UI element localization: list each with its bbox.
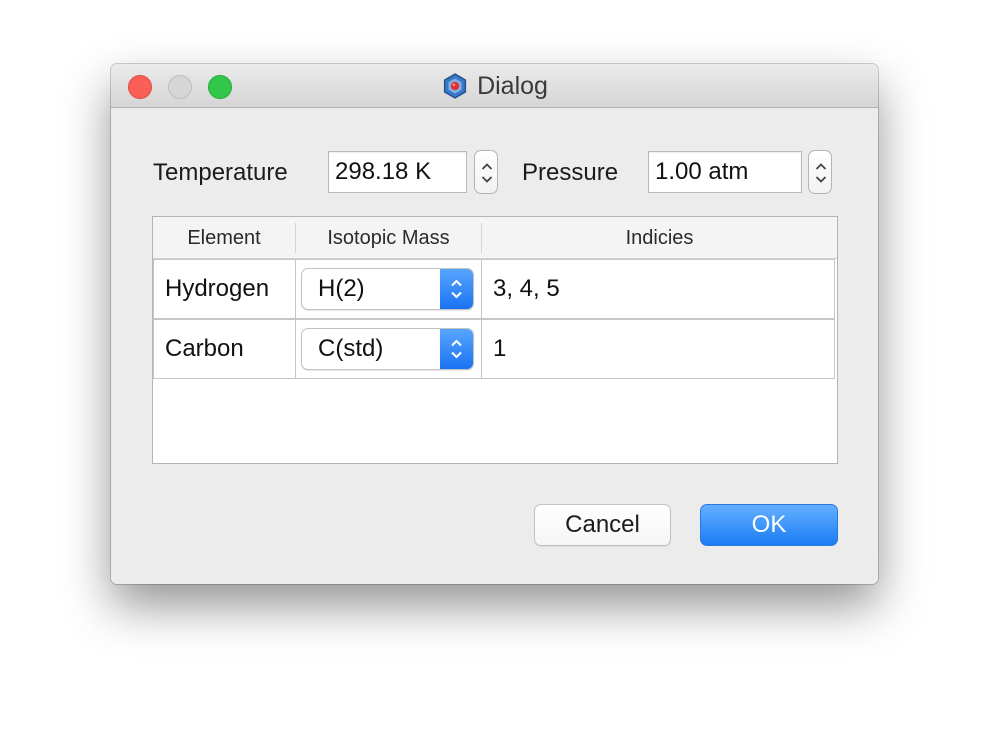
isotopic-mass-cell[interactable]: C(std) xyxy=(295,319,482,379)
dialog-window: Dialog Temperature 298.18 K Pressure 1.0… xyxy=(111,64,878,584)
isotopic-mass-select[interactable]: C(std) xyxy=(301,328,474,370)
indices-cell[interactable]: 3, 4, 5 xyxy=(481,259,835,319)
element-cell[interactable]: Carbon xyxy=(153,319,296,379)
column-header-isotopic-mass[interactable]: Isotopic Mass xyxy=(296,217,481,258)
isotopic-mass-value: C(std) xyxy=(318,335,384,362)
up-down-chevron-icon xyxy=(451,339,462,359)
temperature-input[interactable]: 298.18 K xyxy=(328,151,467,193)
temperature-label: Temperature xyxy=(153,159,288,186)
title-group: Dialog xyxy=(111,64,878,108)
pressure-input[interactable]: 1.00 atm xyxy=(648,151,802,193)
up-down-chevron-icon xyxy=(481,163,493,183)
isotopic-mass-cell[interactable]: H(2) xyxy=(295,259,482,319)
pressure-stepper[interactable] xyxy=(808,150,832,194)
table-row[interactable]: Hydrogen H(2) 3, 4, 5 xyxy=(153,259,837,319)
table-header: Element Isotopic Mass Indicies xyxy=(153,217,837,259)
select-arrow[interactable] xyxy=(440,269,473,309)
column-header-element[interactable]: Element xyxy=(153,217,295,258)
column-header-indices[interactable]: Indicies xyxy=(482,217,837,258)
cancel-button[interactable]: Cancel xyxy=(534,504,671,546)
isotope-table: Element Isotopic Mass Indicies Hydrogen … xyxy=(152,216,838,464)
isotopic-mass-value: H(2) xyxy=(318,275,365,302)
indices-cell[interactable]: 1 xyxy=(481,319,835,379)
molecule-app-icon xyxy=(441,72,477,100)
temperature-stepper[interactable] xyxy=(474,150,498,194)
table-row[interactable]: Carbon C(std) 1 xyxy=(153,319,837,379)
select-arrow[interactable] xyxy=(440,329,473,369)
ok-button[interactable]: OK xyxy=(700,504,838,546)
pressure-label: Pressure xyxy=(522,159,619,186)
up-down-chevron-icon xyxy=(451,279,462,299)
up-down-chevron-icon xyxy=(815,163,827,183)
element-cell[interactable]: Hydrogen xyxy=(153,259,296,319)
isotopic-mass-select[interactable]: H(2) xyxy=(301,268,474,310)
window-title: Dialog xyxy=(477,71,548,100)
title-bar[interactable]: Dialog xyxy=(111,64,878,108)
